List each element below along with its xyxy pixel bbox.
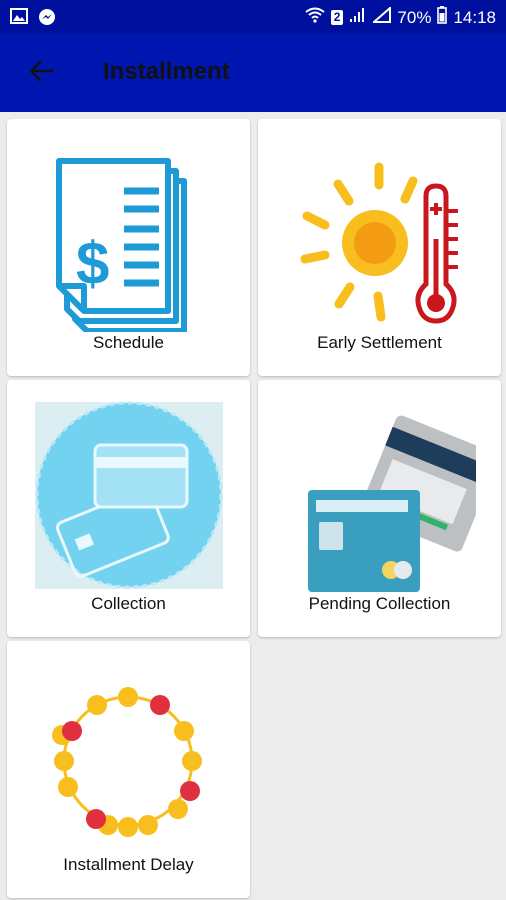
- menu-item-label: Collection: [91, 594, 166, 613]
- credit-card-icon: [32, 400, 225, 593]
- app-bar: Installment: [0, 34, 506, 112]
- menu-item-early-settlement[interactable]: Early Settlement: [258, 119, 501, 376]
- menu-item-schedule[interactable]: $ Schedule: [7, 119, 250, 376]
- battery-percent: 70%: [397, 7, 432, 27]
- signal-icon-secondary: [371, 5, 392, 28]
- notification-count-badge: 2: [330, 10, 344, 25]
- menu-item-label: Installment Delay: [63, 855, 194, 874]
- invoice-dollar-icon: $: [32, 139, 225, 334]
- signal-icon: [349, 7, 367, 28]
- sun-thermometer-icon: [283, 139, 476, 332]
- back-button[interactable]: [24, 56, 58, 90]
- menu-item-label: Pending Collection: [308, 594, 451, 613]
- wifi-icon: [305, 7, 325, 28]
- gallery-notification-icon: [10, 8, 28, 31]
- menu-item-collection[interactable]: Collection: [7, 380, 250, 637]
- menu-item-pending-collection[interactable]: Pending Collection: [258, 380, 501, 637]
- svg-text:$: $: [76, 230, 109, 297]
- menu-item-installment-delay[interactable]: Installment Delay: [7, 641, 250, 898]
- stacked-cards-icon: [283, 400, 499, 593]
- status-bar: 2 70% 14:18: [0, 0, 506, 34]
- arrow-left-icon: [28, 60, 54, 87]
- battery-icon: [437, 6, 448, 29]
- messenger-notification-icon: [38, 8, 56, 31]
- menu-item-label: Early Settlement: [317, 333, 442, 352]
- menu-item-label: Schedule: [93, 333, 164, 352]
- bead-ring-icon: [32, 661, 225, 854]
- page-title: Installment: [103, 58, 230, 85]
- clock-time: 14:18: [453, 7, 496, 27]
